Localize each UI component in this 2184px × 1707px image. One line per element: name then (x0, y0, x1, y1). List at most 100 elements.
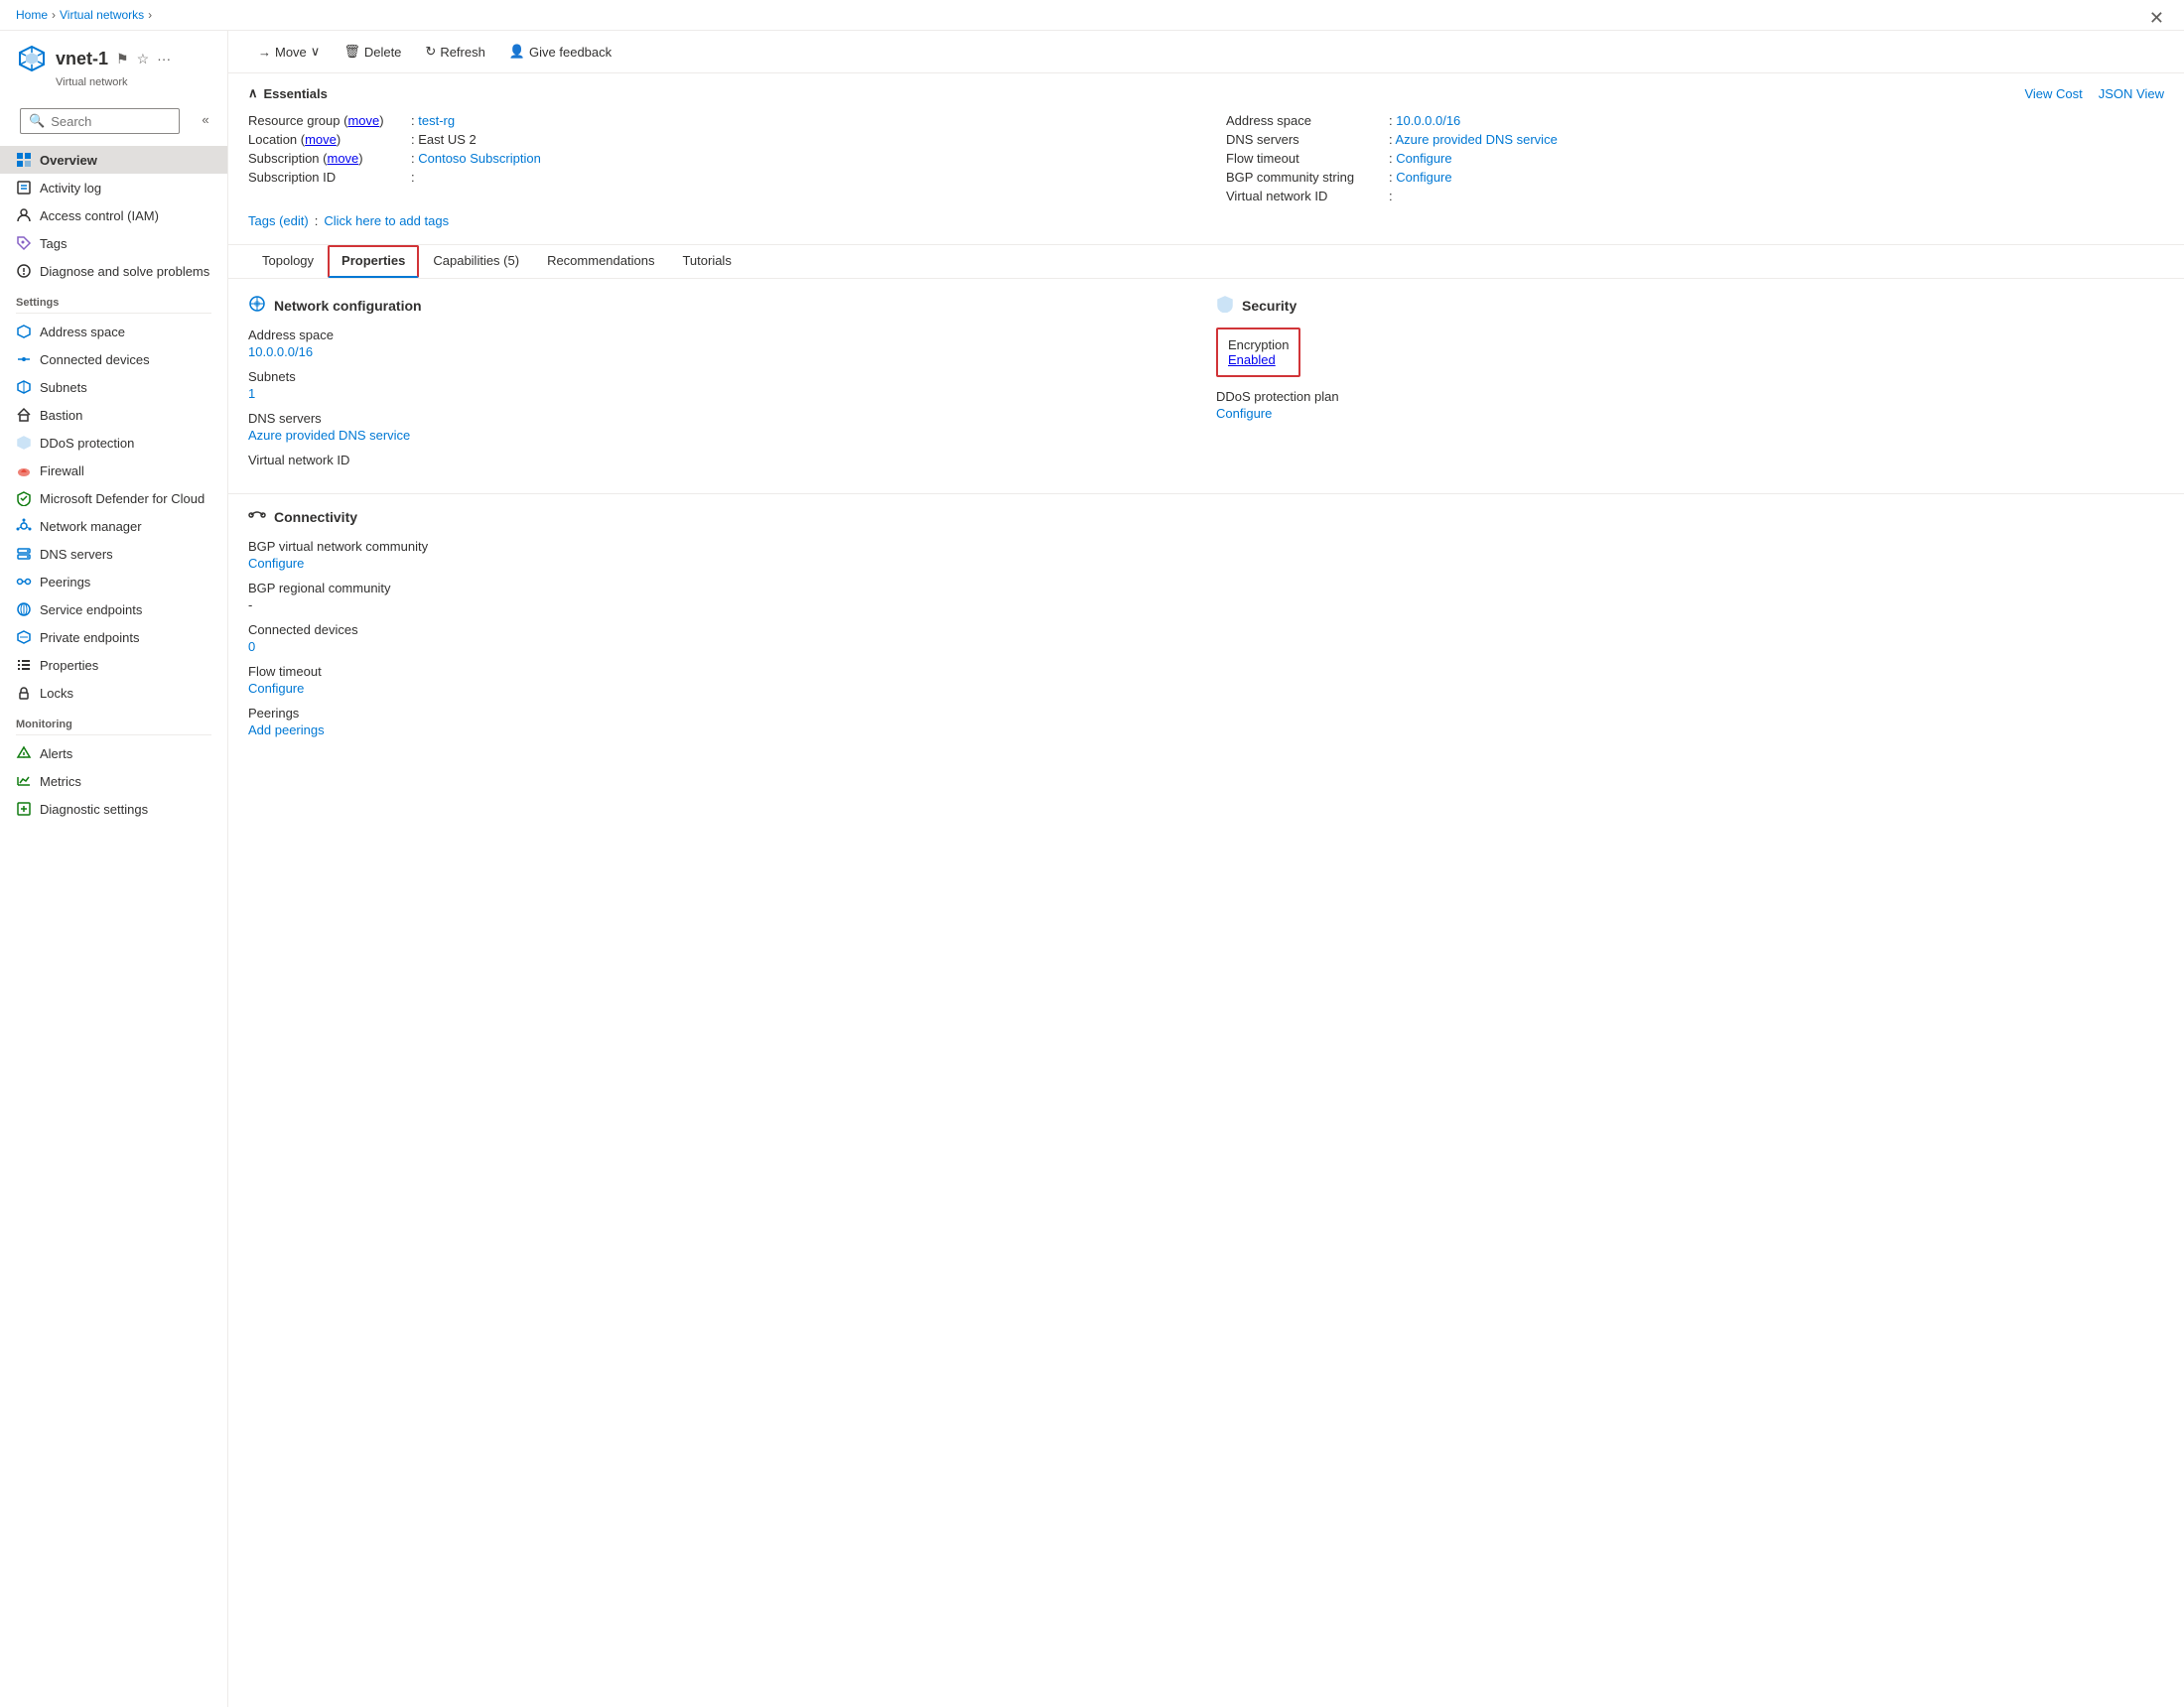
nav-item-properties[interactable]: Properties (0, 651, 227, 679)
connected-icon (16, 351, 32, 367)
feedback-icon: 👤 (509, 44, 525, 60)
address-space-label: Address space (1226, 113, 1385, 128)
tab-topology[interactable]: Topology (248, 245, 328, 278)
nav-label-alerts: Alerts (40, 746, 72, 761)
tab-properties[interactable]: Properties (328, 245, 419, 278)
tags-add-link[interactable]: Click here to add tags (324, 213, 449, 228)
nav-label-firewall: Firewall (40, 463, 84, 478)
vnet-id-label: Virtual network ID (1226, 189, 1385, 203)
breadcrumb-home[interactable]: Home (16, 8, 48, 22)
essentials-title-text: Essentials (264, 86, 328, 101)
encryption-value[interactable]: Enabled (1228, 352, 1289, 367)
prop-subnets: Subnets 1 (248, 369, 1196, 401)
nav-item-firewall[interactable]: Firewall (0, 457, 227, 484)
nav-item-diagnostic-settings[interactable]: Diagnostic settings (0, 795, 227, 823)
nav-item-service-endpoints[interactable]: Service endpoints (0, 595, 227, 623)
overview-icon (16, 152, 32, 168)
prop-ddos: DDoS protection plan Configure (1216, 389, 2164, 421)
diagnose-icon (16, 263, 32, 279)
prop-subnets-value[interactable]: 1 (248, 386, 255, 401)
network-config-title: Network configuration (274, 298, 422, 314)
subscription-label: Subscription (move) (248, 151, 407, 166)
collapse-essentials-icon[interactable]: ∧ (248, 85, 258, 101)
dns-servers-label: DNS servers (1226, 132, 1385, 147)
nav-label-service-endpoints: Service endpoints (40, 602, 142, 617)
tags-edit-link[interactable]: Tags (edit) (248, 213, 309, 228)
prop-encryption: Encryption Enabled (1216, 328, 2164, 377)
ddos-label: DDoS protection plan (1216, 389, 2164, 404)
nav-item-bastion[interactable]: Bastion (0, 401, 227, 429)
nav-item-access-control[interactable]: Access control (IAM) (0, 201, 227, 229)
nav-label-overview: Overview (40, 153, 97, 168)
nav-item-dns-servers[interactable]: DNS servers (0, 540, 227, 568)
locks-icon (16, 685, 32, 701)
pin-icon[interactable]: ⚑ (116, 51, 129, 67)
view-cost-link[interactable]: View Cost (2024, 86, 2082, 101)
nav-item-locks[interactable]: Locks (0, 679, 227, 707)
resource-group-move-link[interactable]: move (347, 113, 379, 128)
star-icon[interactable]: ☆ (137, 51, 150, 67)
encryption-box: Encryption Enabled (1216, 328, 1300, 377)
breadcrumb-virtual-networks[interactable]: Virtual networks (60, 8, 144, 22)
nav-item-connected-devices[interactable]: Connected devices (0, 345, 227, 373)
subscription-value[interactable]: Contoso Subscription (418, 151, 541, 166)
flow-timeout-value[interactable]: Configure (1396, 151, 1451, 166)
give-feedback-button[interactable]: 👤 Give feedback (499, 39, 621, 65)
tags-row: Tags (edit) : Click here to add tags (248, 205, 2164, 232)
sidebar-search[interactable]: 🔍 (20, 108, 180, 134)
nav-label-locks: Locks (40, 686, 73, 701)
connectivity-icon (248, 506, 266, 527)
tab-capabilities[interactable]: Capabilities (5) (419, 245, 533, 278)
defender-icon (16, 490, 32, 506)
bastion-icon (16, 407, 32, 423)
prop-address-space-value[interactable]: 10.0.0.0/16 (248, 344, 313, 359)
ddos-configure-link[interactable]: Configure (1216, 406, 1272, 421)
tab-tutorials[interactable]: Tutorials (668, 245, 745, 278)
refresh-button[interactable]: ↻ Refresh (415, 39, 494, 65)
move-button[interactable]: → Move ∨ (248, 39, 330, 65)
network-config-icon (248, 295, 266, 316)
nav-item-peerings[interactable]: Peerings (0, 568, 227, 595)
nav-label-network-manager: Network manager (40, 519, 142, 534)
location-move-link[interactable]: move (305, 132, 337, 147)
nav-item-diagnose[interactable]: Diagnose and solve problems (0, 257, 227, 285)
connected-devices-value[interactable]: 0 (248, 639, 255, 654)
delete-button[interactable]: 🗑 Delete (334, 39, 411, 65)
dns-servers-value[interactable]: Azure provided DNS service (1396, 132, 1558, 147)
resource-group-value[interactable]: test-rg (418, 113, 455, 128)
subscription-move-link[interactable]: move (327, 151, 358, 166)
nav-item-alerts[interactable]: Alerts (0, 739, 227, 767)
nav-item-defender[interactable]: Microsoft Defender for Cloud (0, 484, 227, 512)
nav-item-activity-log[interactable]: Activity log (0, 174, 227, 201)
diagnostic-icon (16, 801, 32, 817)
search-icon: 🔍 (29, 113, 45, 129)
search-input[interactable] (51, 114, 171, 129)
flow-timeout-configure-link[interactable]: Configure (248, 681, 304, 696)
nav-item-tags[interactable]: Tags (0, 229, 227, 257)
nav-item-private-endpoints[interactable]: Private endpoints (0, 623, 227, 651)
address-space-value[interactable]: 10.0.0.0/16 (1396, 113, 1460, 128)
nav-label-activity-log: Activity log (40, 181, 101, 196)
bgp-community-value[interactable]: Configure (1396, 170, 1451, 185)
collapse-button[interactable]: « (194, 107, 217, 131)
nav-item-ddos[interactable]: DDoS protection (0, 429, 227, 457)
bgp-regional-value: - (248, 597, 2164, 612)
more-icon[interactable]: ··· (157, 51, 171, 66)
prop-dns-value[interactable]: Azure provided DNS service (248, 428, 410, 443)
json-view-link[interactable]: JSON View (2099, 86, 2164, 101)
nav-label-connected-devices: Connected devices (40, 352, 150, 367)
prop-peerings: Peerings Add peerings (248, 706, 2164, 737)
nav-item-network-manager[interactable]: Network manager (0, 512, 227, 540)
resource-group-label: Resource group (move) (248, 113, 407, 128)
prop-connected-devices: Connected devices 0 (248, 622, 2164, 654)
tab-recommendations[interactable]: Recommendations (533, 245, 668, 278)
nav-item-overview[interactable]: Overview (0, 146, 227, 174)
nav-item-subnets[interactable]: Subnets (0, 373, 227, 401)
iam-icon (16, 207, 32, 223)
nav-label-metrics: Metrics (40, 774, 81, 789)
nav-item-address-space[interactable]: Address space (0, 318, 227, 345)
bgp-community-configure-link[interactable]: Configure (248, 556, 304, 571)
nav-item-metrics[interactable]: Metrics (0, 767, 227, 795)
add-peerings-link[interactable]: Add peerings (248, 722, 325, 737)
dns-icon (16, 546, 32, 562)
